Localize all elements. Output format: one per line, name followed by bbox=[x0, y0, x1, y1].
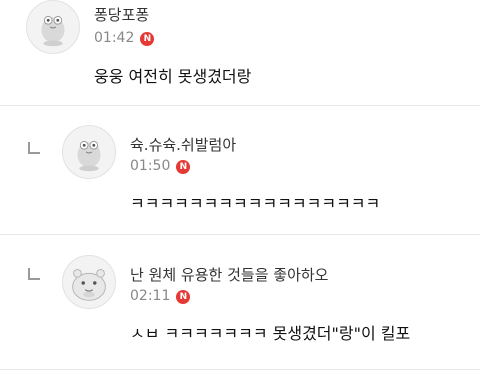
comment-text: ㅅㅂ ㅋㅋㅋㅋㅋㅋㅋ 못생겼더"랑"이 킬포 bbox=[130, 324, 411, 343]
comment-item: 퐁당포퐁 01:42 N 웅웅 여전히 못생겼더랑 bbox=[0, 0, 480, 108]
divider bbox=[0, 234, 480, 235]
comment-timestamp: 02:11 N bbox=[130, 288, 191, 304]
profile-avatar[interactable] bbox=[62, 255, 116, 309]
comment-timestamp: 01:50 N bbox=[130, 158, 191, 174]
default-profile-icon bbox=[77, 140, 101, 172]
new-badge-icon: N bbox=[176, 160, 191, 174]
divider bbox=[0, 105, 480, 106]
profile-avatar[interactable] bbox=[62, 125, 116, 179]
new-badge-icon: N bbox=[140, 32, 155, 46]
comment-text: ㅋㅋㅋㅋㅋㅋㅋㅋㅋㅋㅋㅋㅋㅋㅋㅋㅋ bbox=[130, 194, 381, 213]
comment-nickname[interactable]: 슉.슈슉.쉬발럼아 bbox=[130, 134, 236, 155]
reply-arrow-icon bbox=[28, 268, 40, 280]
default-profile-icon bbox=[41, 15, 65, 47]
profile-avatar[interactable] bbox=[26, 0, 80, 54]
divider bbox=[0, 369, 480, 370]
hamster-profile-icon bbox=[72, 269, 106, 301]
reply-comment-item: 난 원체 유용한 것들을 좋아하오 02:11 N ㅅㅂ ㅋㅋㅋㅋㅋㅋㅋ 못생겼더… bbox=[0, 236, 480, 372]
comment-nickname[interactable]: 난 원체 유용한 것들을 좋아하오 bbox=[130, 264, 328, 285]
reply-comment-item: 슉.슈슉.쉬발럼아 01:50 N ㅋㅋㅋㅋㅋㅋㅋㅋㅋㅋㅋㅋㅋㅋㅋㅋㅋ bbox=[0, 108, 480, 232]
new-badge-icon: N bbox=[176, 290, 191, 304]
comment-timestamp: 01:42 N bbox=[94, 30, 155, 46]
reply-arrow-icon bbox=[28, 142, 40, 154]
comment-nickname[interactable]: 퐁당포퐁 bbox=[94, 4, 149, 25]
comment-text: 웅웅 여전히 못생겼더랑 bbox=[94, 67, 252, 86]
